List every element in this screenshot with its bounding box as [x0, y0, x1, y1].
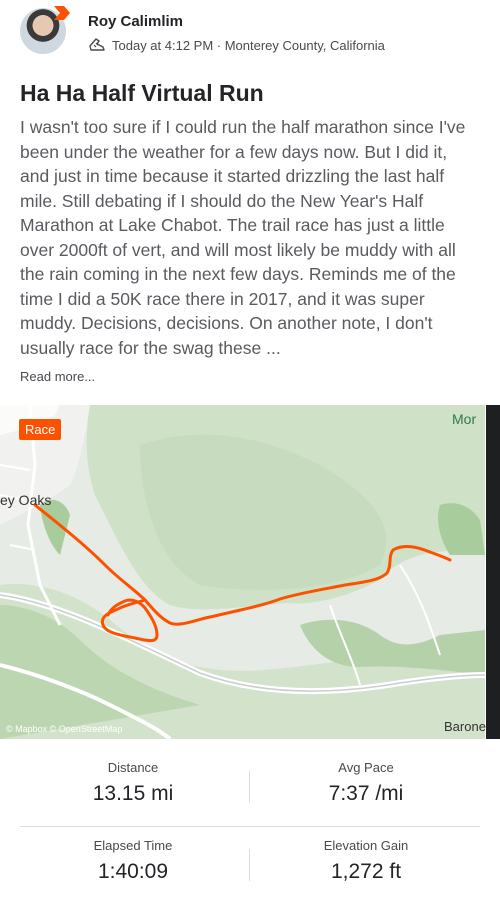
map-place-label-left: ey Oaks [0, 492, 52, 508]
stat-divider-vertical-2 [249, 849, 250, 881]
read-more-link[interactable]: Read more... [20, 369, 95, 384]
stat-label-elapsed-time: Elapsed Time [93, 838, 173, 853]
activity-title[interactable]: Ha Ha Half Virtual Run [20, 80, 264, 107]
stat-label-avg-pace: Avg Pace [338, 760, 394, 775]
stat-value-distance: 13.15 mi [92, 782, 174, 805]
map-graphic [0, 405, 485, 739]
route-map[interactable] [0, 405, 485, 739]
race-badge: Race [19, 419, 62, 440]
map-attribution: © Mapbox © OpenStreetMap [6, 724, 123, 734]
activity-description: I wasn't too sure if I could run the hal… [20, 117, 466, 358]
map-place-label-bottom-right: Barone [444, 719, 486, 734]
map-place-label-top-right: Mor [452, 411, 477, 427]
stat-label-distance: Distance [107, 760, 159, 775]
activity-stats: Distance 13.15 mi Avg Pace 7:37 /mi Elap… [0, 739, 500, 903]
activity-header: Roy Calimlim Today at 4:12 PM · Monterey… [0, 0, 500, 64]
stat-value-avg-pace: 7:37 /mi [328, 782, 404, 805]
strava-badge-icon [54, 6, 70, 20]
stat-value-elapsed-time: 1:40:09 [97, 860, 169, 883]
author-name[interactable]: Roy Calimlim [88, 13, 183, 30]
shoe-icon [89, 38, 105, 51]
activity-meta: Today at 4:12 PM · Monterey County, Cali… [88, 37, 385, 53]
activity-meta-text: Today at 4:12 PM · Monterey County, Cali… [112, 37, 385, 53]
next-media-peek[interactable] [486, 405, 500, 739]
stat-value-elevation-gain: 1,272 ft [330, 860, 402, 883]
stat-divider-horizontal [20, 826, 480, 827]
stat-divider-vertical-1 [249, 771, 250, 803]
stat-label-elevation-gain: Elevation Gain [323, 838, 409, 853]
